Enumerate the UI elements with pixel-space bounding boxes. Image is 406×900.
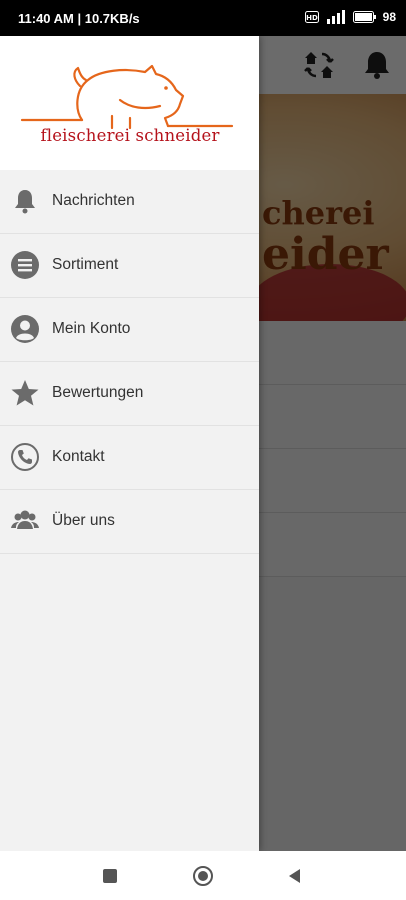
system-navigation-bar: [0, 851, 406, 900]
menu-item-label: Mein Konto: [52, 320, 131, 337]
star-icon: [11, 380, 39, 406]
home-button-icon[interactable]: [192, 865, 214, 887]
menu-item-mein-konto[interactable]: Mein Konto: [0, 298, 259, 362]
hd-icon: HD: [304, 11, 319, 23]
list-icon: [11, 251, 39, 279]
drawer-menu: Nachrichten Sortiment Mein Konto Bewertu…: [0, 170, 259, 554]
account-icon: [11, 315, 39, 343]
menu-item-ueber-uns[interactable]: Über uns: [0, 490, 259, 554]
navigation-drawer: fleischerei schneider Nachrichten Sortim…: [0, 36, 259, 851]
bell-icon: [15, 190, 35, 214]
menu-item-sortiment[interactable]: Sortiment: [0, 234, 259, 298]
menu-item-label: Sortiment: [52, 256, 119, 273]
menu-item-label: Nachrichten: [52, 192, 135, 209]
group-icon: [11, 510, 39, 529]
phone-icon: [11, 443, 39, 471]
svg-text:HD: HD: [306, 14, 318, 22]
menu-item-label: Bewertungen: [52, 384, 144, 401]
menu-item-label: Kontakt: [52, 448, 105, 465]
status-bar: 11:40 AM | 10.7KB/s HD 98: [0, 0, 406, 36]
recent-apps-icon[interactable]: [99, 865, 121, 887]
back-button-icon[interactable]: [284, 865, 306, 887]
menu-item-kontakt[interactable]: Kontakt: [0, 426, 259, 490]
battery-icon: [352, 11, 376, 23]
status-icons: HD 98: [304, 10, 396, 24]
battery-level: 98: [382, 10, 396, 24]
menu-item-bewertungen[interactable]: Bewertungen: [0, 362, 259, 426]
status-time-speed: 11:40 AM | 10.7KB/s: [18, 11, 140, 26]
logo-text: fleischerei schneider: [40, 126, 220, 145]
drawer-header: fleischerei schneider: [0, 36, 259, 170]
signal-icon: [326, 10, 345, 24]
menu-item-label: Über uns: [52, 512, 115, 529]
menu-item-nachrichten[interactable]: Nachrichten: [0, 170, 259, 234]
